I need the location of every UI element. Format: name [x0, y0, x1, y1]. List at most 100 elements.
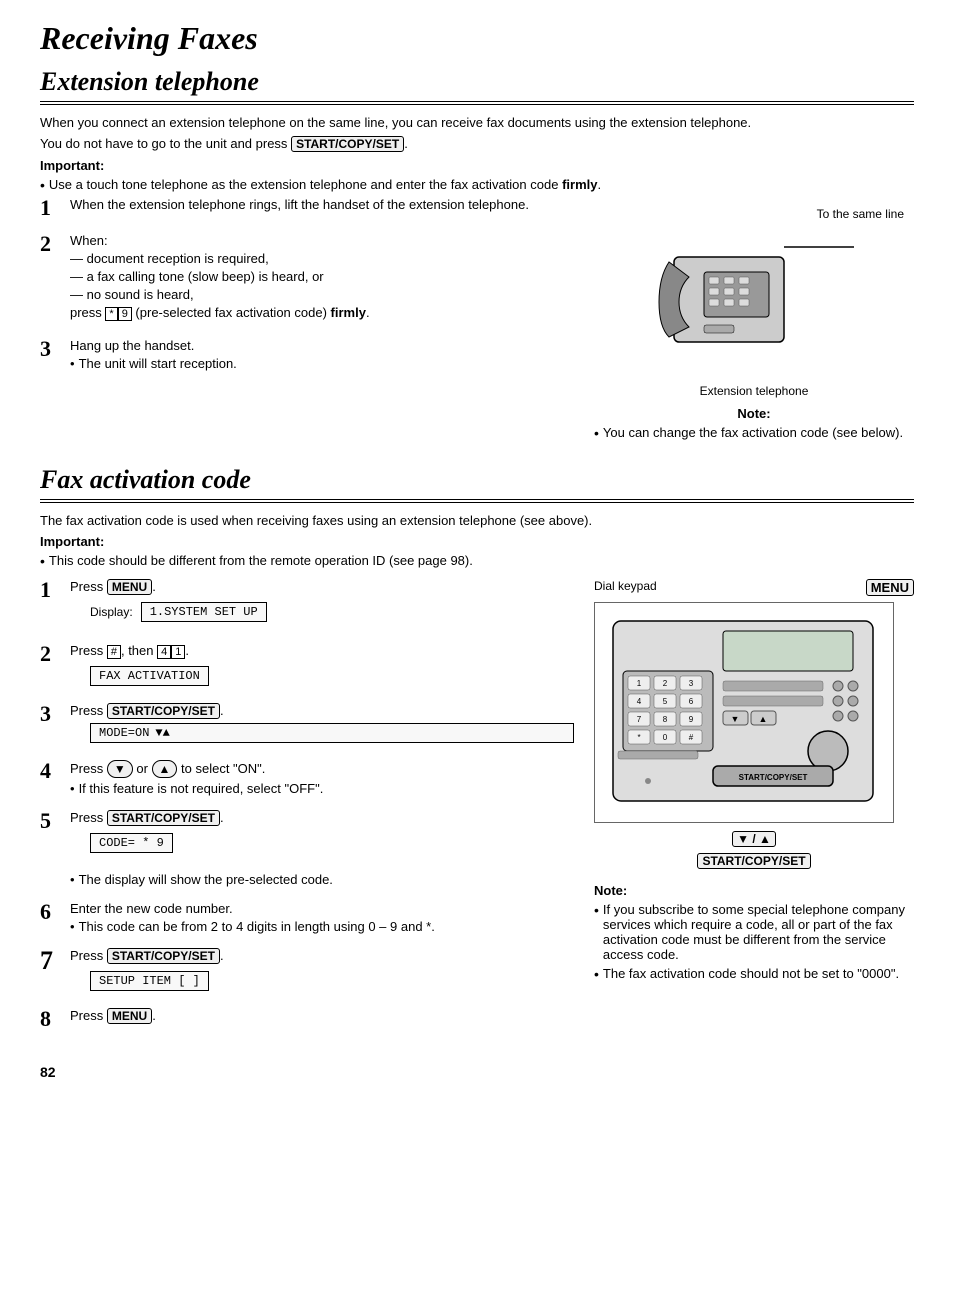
- fax-step-num-5: 5: [40, 810, 62, 832]
- nav-kbd-label: ▼ / ▲: [594, 831, 914, 847]
- fax-step-4: 4 Press ▼ or ▲ to select "ON". If this f…: [40, 760, 574, 796]
- fax-step-7: 7 Press START/COPY/SET. SETUP ITEM [ ]: [40, 948, 574, 994]
- fax-step-2-display: FAX ACTIVATION: [90, 663, 574, 689]
- step-2-content: When: — document reception is required, …: [70, 233, 574, 324]
- svg-text:5: 5: [663, 697, 668, 706]
- fax-two-col: 1 Press MENU. Display: 1.SYSTEM SET UP 2: [40, 579, 914, 1044]
- phone-svg: [654, 227, 854, 377]
- device-diagram: 1 2 3 4 5 6 7 8: [594, 602, 894, 823]
- fax-step-3-content: Press START/COPY/SET. MODE=ON ▼▲: [70, 703, 574, 746]
- fax-step-list: 1 Press MENU. Display: 1.SYSTEM SET UP 2: [40, 579, 574, 1030]
- display-value-1: 1.SYSTEM SET UP: [141, 602, 267, 622]
- svg-text:6: 6: [689, 697, 694, 706]
- fax-note-label: Note:: [594, 883, 914, 898]
- fax-step-2: 2 Press #, then 41. FAX ACTIVATION: [40, 643, 574, 689]
- svg-text:7: 7: [637, 715, 642, 724]
- extension-caption: Extension telephone: [594, 384, 914, 398]
- fax-step-4-content: Press ▼ or ▲ to select "ON". If this fea…: [70, 760, 574, 796]
- step-3-bullet: The unit will start reception.: [70, 356, 574, 371]
- step-num-2: 2: [40, 233, 62, 255]
- fax-step-num-7: 7: [40, 948, 62, 974]
- svg-text:3: 3: [689, 679, 694, 688]
- fax-step-4-text: Press ▼ or ▲ to select "ON".: [70, 760, 574, 778]
- page-number: 82: [40, 1064, 914, 1080]
- device-svg: 1 2 3 4 5 6 7 8: [603, 611, 883, 811]
- nav-kbd: ▼ / ▲: [732, 831, 776, 847]
- svg-text:2: 2: [663, 679, 668, 688]
- note-area: Note: You can change the fax activation …: [594, 406, 914, 441]
- display-value-2: FAX ACTIVATION: [90, 666, 209, 686]
- fax-step-5-display: CODE= * 9: [90, 830, 574, 856]
- fax-step-6: 6 Enter the new code number. This code c…: [40, 901, 574, 934]
- svg-text:9: 9: [689, 715, 694, 724]
- nine-key: 9: [118, 307, 132, 321]
- extension-step-list: 1 When the extension telephone rings, li…: [40, 197, 574, 371]
- fax-note: Note: If you subscribe to some special t…: [594, 883, 914, 982]
- step-1-content: When the extension telephone rings, lift…: [70, 197, 574, 215]
- note-bullet: You can change the fax activation code (…: [594, 425, 914, 441]
- fax-right-col: Dial keypad MENU: [594, 579, 914, 1044]
- step-2-text2: — document reception is required,: [70, 251, 574, 266]
- extension-step-1: 1 When the extension telephone rings, li…: [40, 197, 574, 219]
- start-copy-set-kbd-intro: START/COPY/SET: [291, 136, 404, 152]
- start-kbd: START/COPY/SET: [697, 853, 810, 869]
- extension-right-col: To the same line: [594, 197, 914, 445]
- start-copy-set-kbd-5: START/COPY/SET: [107, 810, 220, 826]
- page-title: Receiving Faxes: [40, 20, 914, 57]
- extension-bullet-text: Use a touch tone telephone as the extens…: [49, 177, 601, 193]
- dial-keypad-label: Dial keypad: [594, 579, 657, 593]
- extension-intro2-text: You do not have to go to the unit and pr…: [40, 136, 287, 151]
- display-value-5: CODE= * 9: [90, 833, 173, 853]
- fax-activation-section: Fax activation code The fax activation c…: [40, 465, 914, 1044]
- extension-important-bullet: Use a touch tone telephone as the extens…: [40, 177, 914, 193]
- fax-step-7-content: Press START/COPY/SET. SETUP ITEM [ ]: [70, 948, 574, 994]
- start-copy-set-kbd-7: START/COPY/SET: [107, 948, 220, 964]
- fax-important-label: Important:: [40, 534, 914, 549]
- fax-step-num-3: 3: [40, 703, 62, 725]
- step-num-3: 3: [40, 338, 62, 360]
- step-2-text3: — a fax calling tone (slow beep) is hear…: [70, 269, 574, 284]
- hash-key: #: [107, 645, 121, 659]
- menu-kbd-1: MENU: [107, 579, 152, 595]
- step-2-press: press *9 (pre-selected fax activation co…: [70, 305, 574, 321]
- extension-important-label: Important:: [40, 158, 914, 173]
- fax-step-2-text: Press #, then 41.: [70, 643, 574, 659]
- step-1-text: When the extension telephone rings, lift…: [70, 197, 574, 212]
- svg-text:4: 4: [637, 697, 642, 706]
- extension-section-title: Extension telephone: [40, 67, 914, 105]
- svg-text:▼: ▼: [731, 714, 740, 724]
- fax-step-1-text: Press MENU.: [70, 579, 574, 595]
- fax-step-5-text: Press START/COPY/SET.: [70, 810, 574, 826]
- svg-text:#: #: [689, 733, 694, 742]
- step-3-bullet-text: The unit will start reception.: [79, 356, 237, 371]
- fax-step-3-display: MODE=ON ▼▲: [90, 723, 574, 743]
- fax-steps-col: 1 Press MENU. Display: 1.SYSTEM SET UP 2: [40, 579, 574, 1044]
- fax-step-8-text: Press MENU.: [70, 1008, 574, 1024]
- extension-intro1: When you connect an extension telephone …: [40, 115, 914, 130]
- fax-step-4-bullet: If this feature is not required, select …: [70, 781, 574, 796]
- phone-illustration: To the same line: [594, 207, 914, 441]
- fax-note-text-2: The fax activation code should not be se…: [603, 966, 899, 982]
- svg-text:1: 1: [637, 679, 642, 688]
- note-label: Note:: [594, 406, 914, 421]
- fax-step-5b-text: The display will show the pre-selected c…: [79, 872, 333, 887]
- fax-step-num-1: 1: [40, 579, 62, 601]
- four-key: 4: [157, 645, 171, 659]
- fax-important-bullet: This code should be different from the r…: [40, 553, 914, 569]
- fax-step-5-content: Press START/COPY/SET. CODE= * 9: [70, 810, 574, 856]
- fax-note-bullet-1: If you subscribe to some special telepho…: [594, 902, 914, 962]
- svg-text:▲: ▲: [759, 714, 768, 724]
- step-3-text1: Hang up the handset.: [70, 338, 574, 353]
- svg-text:*: *: [637, 733, 640, 742]
- fax-step-1: 1 Press MENU. Display: 1.SYSTEM SET UP: [40, 579, 574, 629]
- start-copy-set-kbd-3: START/COPY/SET: [107, 703, 220, 719]
- fax-step-8-content: Press MENU.: [70, 1008, 574, 1027]
- menu-kbd-diagram: MENU: [866, 579, 914, 596]
- fax-step-6-bullet-text: This code can be from 2 to 4 digits in l…: [79, 919, 435, 934]
- fax-step-num-2: 2: [40, 643, 62, 665]
- display-value-3: MODE=ON ▼▲: [90, 723, 574, 743]
- extension-step-3: 3 Hang up the handset. The unit will sta…: [40, 338, 574, 371]
- fax-step-6-text1: Enter the new code number.: [70, 901, 574, 916]
- step-2-text1: When:: [70, 233, 574, 248]
- note-text: You can change the fax activation code (…: [603, 425, 903, 441]
